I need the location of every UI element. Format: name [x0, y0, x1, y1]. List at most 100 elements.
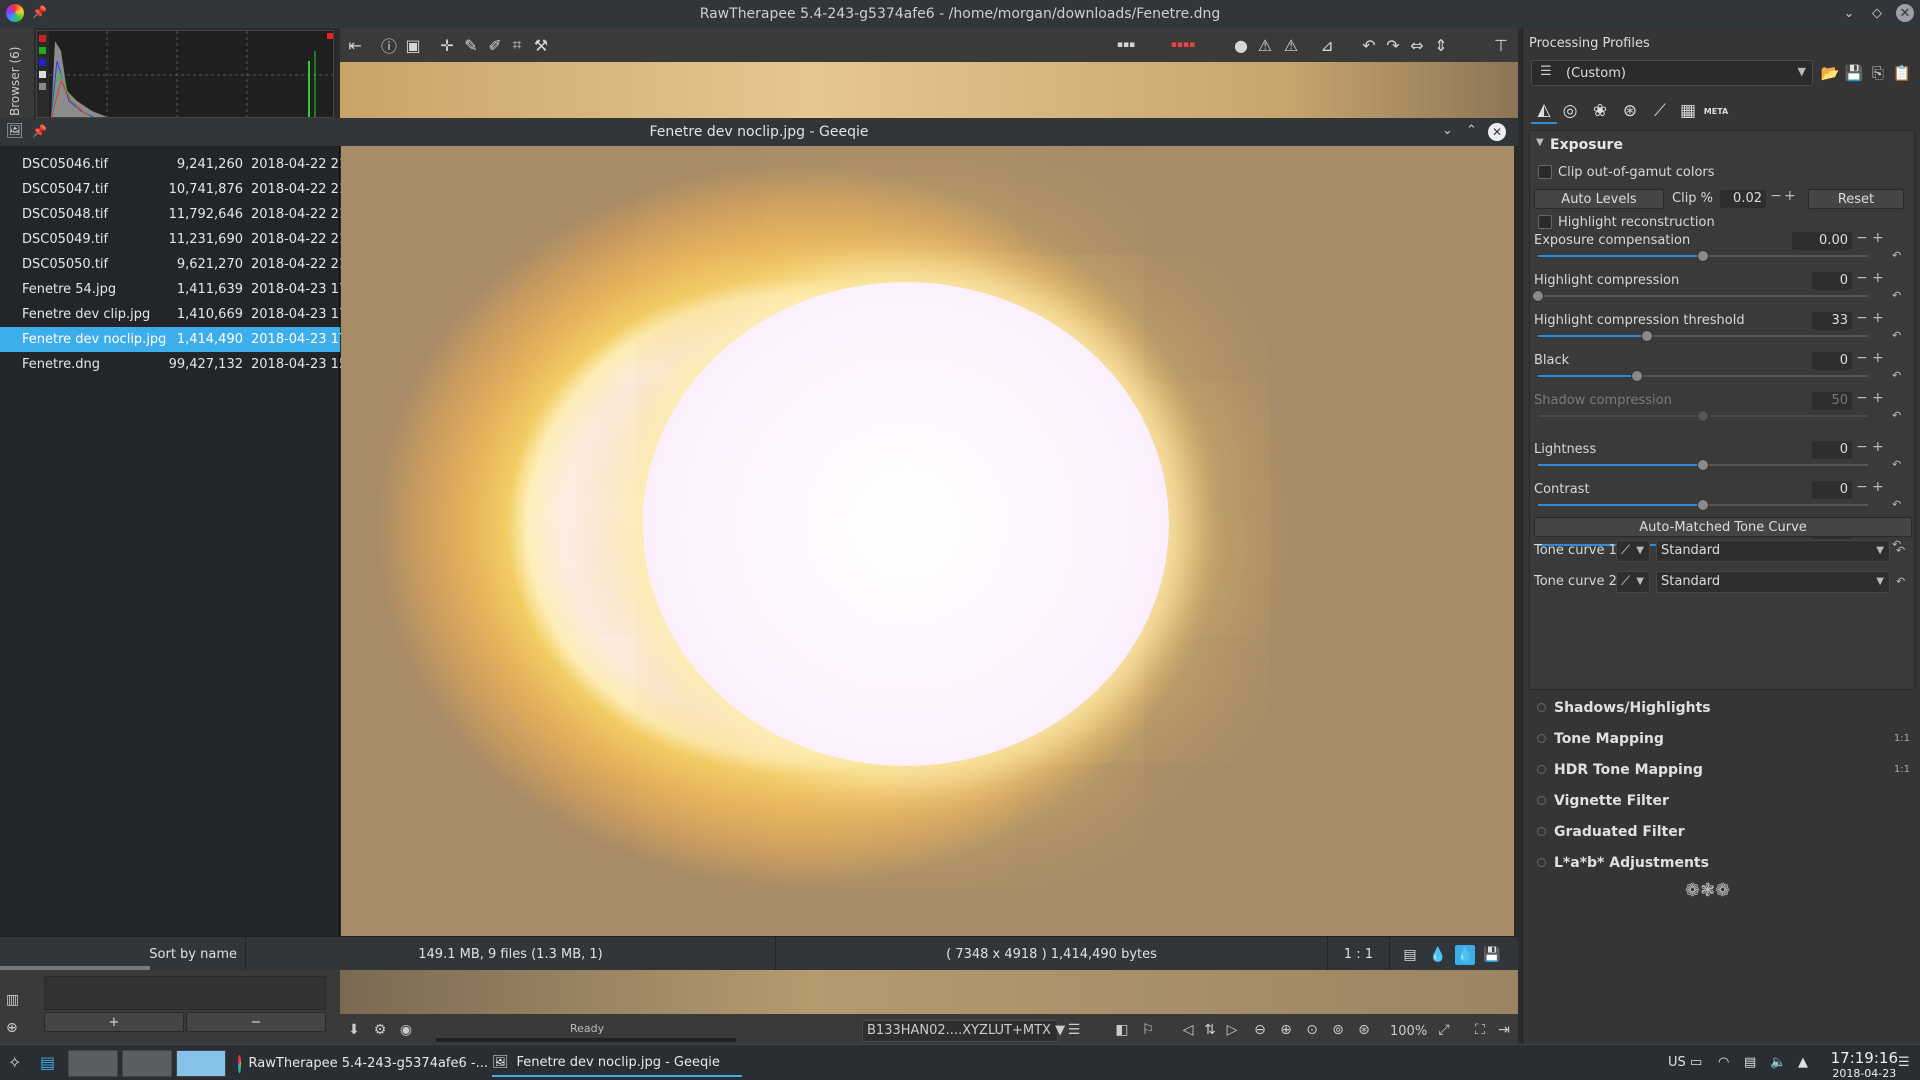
maximize-icon[interactable]: ◇ [1868, 4, 1886, 22]
tone-curve-1-mode-combo[interactable]: Standard ▼ [1656, 540, 1890, 562]
file-row[interactable]: Fenetre.dng 99,427,132 2018-04-23 15 [0, 352, 347, 377]
slider-value-input[interactable]: 50 [1812, 392, 1852, 410]
tab-metadata-icon[interactable]: META [1703, 98, 1729, 124]
clip-increase-icon[interactable]: + [1784, 188, 1796, 204]
file-row[interactable]: DSC05049.tif 11,231,690 2018-04-22 21 [0, 227, 347, 252]
decrease-icon[interactable]: − [1856, 390, 1868, 406]
clip-percent-input[interactable]: 0.02 [1720, 190, 1766, 208]
copy-profile-icon[interactable]: ⎘ [1867, 62, 1889, 84]
monitor-profile-combo[interactable]: B133HAN02....XYZLUT+MTX ▼ [862, 1020, 1065, 1042]
collapsed-section[interactable]: Shadows/Highlights [1537, 700, 1711, 716]
increase-icon[interactable]: + [1872, 310, 1884, 326]
slider-value-input[interactable]: 0 [1812, 441, 1852, 459]
slider-knob[interactable] [1631, 370, 1643, 382]
hide-right-panel-icon[interactable]: ⇥ [1494, 1020, 1514, 1040]
slider-knob[interactable] [1697, 499, 1709, 511]
filmstrip-icon[interactable]: ▥ [6, 992, 26, 1012]
desktop-3[interactable] [176, 1050, 226, 1077]
decrease-icon[interactable]: − [1856, 350, 1868, 366]
info-icon[interactable]: ⓘ [378, 34, 400, 56]
browser-tab[interactable]: Browser (6) [0, 28, 34, 118]
auto-matched-tone-curve-button[interactable]: Auto-Matched Tone Curve [1534, 517, 1912, 537]
color-profile-icon[interactable]: 💧 [1428, 945, 1448, 965]
slider-reset-icon[interactable]: ↶ [1892, 409, 1901, 422]
file-row[interactable]: Fenetre dev clip.jpg 1,410,669 2018-04-23 … [0, 302, 347, 327]
desktop-2[interactable] [122, 1050, 172, 1077]
slider-track[interactable] [1538, 459, 1868, 471]
highlight-clip-warning-icon[interactable]: ⚠ [1280, 34, 1302, 56]
enable-toggle-icon[interactable] [1537, 827, 1546, 836]
slider-value-input[interactable]: 33 [1812, 312, 1852, 330]
collapsed-section[interactable]: Vignette Filter [1537, 793, 1669, 809]
increase-icon[interactable]: + [1872, 270, 1884, 286]
previous-image-icon[interactable]: ◁ [1178, 1020, 1198, 1040]
zoom-fit-crop-icon[interactable]: ⊚ [1328, 1020, 1348, 1040]
slider-knob[interactable] [1697, 410, 1709, 422]
slider-track[interactable] [1538, 330, 1868, 342]
slider-reset-icon[interactable]: ↶ [1892, 329, 1901, 342]
increase-icon[interactable]: + [1872, 350, 1884, 366]
keyboard-layout[interactable]: US [1668, 1055, 1686, 1070]
slider-reset-icon[interactable]: ↶ [1892, 458, 1901, 471]
tone-curve-1-type-combo[interactable]: ⟋ ▼ [1616, 540, 1650, 562]
queue-icon[interactable]: ⚙ [370, 1020, 390, 1040]
tab-advanced-icon[interactable]: ⊛ [1617, 98, 1643, 124]
menu-icon[interactable]: ☰ [1898, 1055, 1910, 1070]
hand-tool-icon[interactable]: ✛ [436, 34, 458, 56]
zoom-100-icon[interactable]: ⊛ [1354, 1020, 1374, 1040]
rendering-intent-icon[interactable]: ☰ [1064, 1020, 1084, 1040]
sync-image-icon[interactable]: ⇅ [1200, 1020, 1220, 1040]
color-management-icon[interactable]: 💧 [1455, 945, 1475, 965]
tab-raw-icon[interactable]: ▦ [1675, 98, 1701, 124]
shadow-clip-warning-icon[interactable]: ⚠ [1254, 34, 1276, 56]
file-row[interactable]: DSC05046.tif 9,241,260 2018-04-22 21 [0, 152, 347, 177]
close-icon[interactable]: ✕ [1488, 123, 1506, 141]
send-to-editor-icon[interactable]: ◉ [396, 1020, 416, 1040]
color-picker-icon[interactable]: ✐ [484, 34, 506, 56]
info-sidebar-icon[interactable]: ▤ [1400, 945, 1420, 965]
desktop-1[interactable] [68, 1050, 118, 1077]
slider-value-input[interactable]: 0 [1812, 272, 1852, 290]
slider-reset-icon[interactable]: ↶ [1892, 249, 1901, 262]
slider-reset-icon[interactable]: ↶ [1892, 498, 1901, 511]
highlight-recon-checkbox[interactable] [1538, 215, 1552, 229]
clock[interactable]: 17:19:16 2018-04-23 [1831, 1049, 1898, 1080]
perspective-icon[interactable]: ⊿ [1316, 34, 1338, 56]
slider-knob[interactable] [1640, 330, 1653, 342]
clipboard-icon[interactable]: ▤ [1744, 1055, 1756, 1070]
hide-top-panel-icon[interactable]: ⊤ [1490, 34, 1512, 56]
collapsed-section[interactable]: HDR Tone Mapping [1537, 762, 1703, 778]
straighten-icon[interactable]: ⚒ [530, 34, 552, 56]
decrease-icon[interactable]: − [1856, 310, 1868, 326]
before-after-icon[interactable]: ▣ [402, 34, 424, 56]
tray-expand-icon[interactable]: ▲ [1798, 1055, 1808, 1070]
enable-toggle-icon[interactable] [1537, 858, 1546, 867]
gamut-check-icon[interactable]: ⚐ [1138, 1020, 1158, 1040]
decrease-icon[interactable]: − [1856, 479, 1868, 495]
focus-mask-icon[interactable]: ● [1230, 34, 1252, 56]
slider-track[interactable] [1538, 499, 1868, 511]
task-rawtherapee[interactable]: RawTherapee 5.4-243-g5374afe6 -... [238, 1050, 488, 1077]
save-metadata-icon[interactable]: 💾 [1482, 945, 1502, 965]
fullscreen-icon[interactable]: ⛶ [1470, 1020, 1490, 1040]
tab-details-icon[interactable]: ◎ [1557, 98, 1583, 124]
reset-curve-1-icon[interactable]: ↶ [1896, 544, 1905, 557]
file-row[interactable]: DSC05050.tif 9,621,270 2018-04-22 21 [0, 252, 347, 277]
reset-curve-2-icon[interactable]: ↶ [1896, 575, 1905, 588]
slider-value-input[interactable]: 0 [1812, 481, 1852, 499]
slider-track[interactable] [1532, 290, 1868, 302]
collapsed-section[interactable]: L*a*b* Adjustments [1537, 855, 1709, 871]
slider-track[interactable] [1538, 250, 1868, 262]
slider-knob[interactable] [1697, 459, 1709, 471]
enable-toggle-icon[interactable] [1537, 796, 1546, 805]
maximize-icon[interactable]: ⌃ [1466, 123, 1477, 138]
slider-value-input[interactable]: 0 [1812, 352, 1852, 370]
zoom-fit-icon[interactable]: ⊙ [1302, 1020, 1322, 1040]
save-profile-icon[interactable]: 💾 [1843, 62, 1865, 84]
tab-color-icon[interactable]: ❀ [1587, 98, 1613, 124]
save-image-icon[interactable]: ⬇ [344, 1020, 364, 1040]
slider-knob[interactable] [1697, 250, 1709, 262]
enable-toggle-icon[interactable] [1537, 703, 1546, 712]
slider-track[interactable] [1538, 410, 1868, 422]
flip-vertical-icon[interactable]: ⇕ [1430, 34, 1452, 56]
